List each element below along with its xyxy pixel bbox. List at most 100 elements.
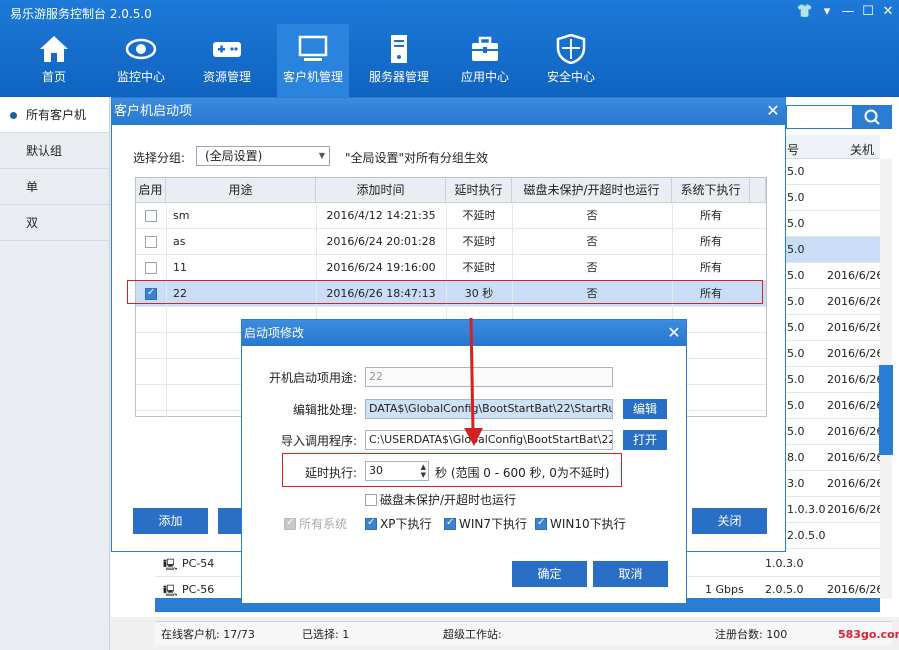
maximize-button[interactable]: ☐: [858, 3, 878, 21]
nav-label: 应用中心: [460, 70, 509, 84]
cell-disk: 否: [586, 235, 598, 248]
nav-resources[interactable]: 资源管理: [191, 24, 263, 97]
selected-dot-icon: [10, 112, 17, 119]
add-button[interactable]: 添加: [133, 508, 208, 534]
sidebar-item-default-group[interactable]: 默认组: [0, 133, 109, 169]
checkbox-box: [444, 516, 456, 530]
edit-batch-button[interactable]: 编辑: [623, 399, 667, 419]
close-button[interactable]: 关闭: [692, 508, 767, 534]
group-note: "全局设置"对所有分组生效: [345, 151, 489, 165]
ok-button[interactable]: 确定: [512, 561, 587, 587]
server-icon: [391, 35, 407, 63]
cell-purpose: sm: [173, 209, 190, 222]
nav-app-center[interactable]: 应用中心: [449, 24, 521, 97]
close-window-button[interactable]: ✕: [878, 3, 898, 21]
column-header: 延时执行: [446, 178, 512, 203]
batch-path-input[interactable]: DATA$\GlobalConfig\BootStartBat\22\Start…: [365, 399, 613, 419]
selected-count: 已选择: 1: [302, 628, 350, 641]
purpose-input[interactable]: 22: [365, 367, 613, 387]
pc-version: 5.0: [787, 399, 805, 412]
pc-shutdown: 2016/6/26: [827, 503, 884, 516]
cell-system: 所有: [700, 209, 722, 222]
scrollbar-thumb[interactable]: [879, 365, 893, 455]
nav-label: 客户机管理: [282, 70, 343, 84]
edit-button-partial[interactable]: [218, 508, 242, 534]
search-icon: [864, 109, 880, 125]
all-systems-checkbox[interactable]: 所有系统: [284, 516, 347, 531]
pc-shutdown: 2016/6/26: [827, 451, 884, 464]
nav-security-center[interactable]: 安全中心: [535, 24, 607, 97]
cancel-button[interactable]: 取消: [593, 561, 668, 587]
pc-shutdown: 2016/6/26: [827, 269, 884, 282]
cell-time: 2016/6/24 19:16:00: [326, 261, 436, 274]
shield-icon: [556, 34, 586, 64]
nav-server-management[interactable]: 服务器管理: [363, 24, 435, 97]
checkbox-label: XP下执行: [380, 517, 432, 531]
top-bar: 易乐游服务控制台 2.0.5.0 👕 ▾ — ☐ ✕ 首页 监控中心 资源管理 …: [0, 0, 899, 97]
group-select-value: (全局设置): [205, 149, 263, 163]
online-count: 在线客户机: 17/73: [161, 628, 255, 641]
pc-shutdown: 2016/6/26: [827, 477, 884, 490]
win7-checkbox[interactable]: WIN7下执行: [444, 516, 527, 531]
checkbox-box: [535, 516, 547, 530]
cell-delay: 不延时: [462, 261, 496, 274]
enable-checkbox[interactable]: [145, 236, 157, 248]
group-select[interactable]: (全局设置) ▼: [196, 146, 330, 166]
disk-unprotected-checkbox[interactable]: 磁盘未保护/开超时也运行: [365, 493, 516, 507]
column-header-filler: [750, 178, 766, 203]
cell-delay: 不延时: [462, 209, 496, 222]
pc-shutdown: 2016/6/26: [827, 399, 884, 412]
minimize-button[interactable]: —: [838, 3, 858, 21]
checkbox-label: 磁盘未保护/开超时也运行: [380, 493, 517, 507]
watermark: 583go.com: [838, 628, 899, 641]
pc-version: 3.0: [787, 477, 805, 490]
nav-label: 首页: [41, 70, 66, 84]
pc-version: 5.0: [787, 425, 805, 438]
win10-checkbox[interactable]: WIN10下执行: [535, 516, 626, 531]
cell-disk: 否: [586, 261, 598, 274]
pc-shutdown: 2016/6/26: [827, 321, 884, 334]
pc-version: 2.0.5.0: [765, 583, 804, 596]
pc-shutdown: 2016/6/26: [827, 347, 884, 360]
nav-label: 服务器管理: [368, 70, 429, 84]
sidebar-item-label: 双: [26, 216, 39, 230]
nav-home[interactable]: 首页: [18, 24, 90, 97]
column-header: 系统下执行: [672, 178, 750, 203]
xp-checkbox[interactable]: XP下执行: [365, 516, 432, 531]
column-header: 启用: [136, 178, 166, 203]
pc-version: 5.0: [787, 269, 805, 282]
nav-label: 监控中心: [116, 70, 165, 84]
cell-disk: 否: [586, 209, 598, 222]
search-button[interactable]: [852, 105, 892, 129]
import-path-input[interactable]: C:\USERDATA$\GlobalConfig\BootStartBat\2…: [365, 430, 613, 450]
nav-monitor[interactable]: 监控中心: [105, 24, 177, 97]
sidebar-item-odd[interactable]: 单: [0, 169, 109, 205]
nav-client-management[interactable]: 客户机管理: [277, 24, 349, 97]
enable-checkbox[interactable]: [145, 262, 157, 274]
column-header: 号: [787, 143, 800, 157]
checkbox-box: [365, 494, 377, 506]
pc-icon: 🖳: [163, 558, 178, 571]
open-button[interactable]: 打开: [623, 430, 667, 450]
checkbox-box: [365, 516, 377, 530]
close-icon[interactable]: ✕: [663, 323, 685, 343]
pc-shutdown: 2016/6/26: [827, 425, 884, 438]
close-icon[interactable]: ✕: [762, 101, 784, 121]
menu-dropdown-icon[interactable]: ▾: [817, 3, 837, 21]
cell-system: 所有: [700, 261, 722, 274]
sidebar-item-even[interactable]: 双: [0, 205, 109, 241]
import-label: 导入调用程序:: [280, 434, 357, 448]
eye-icon: [125, 38, 157, 60]
status-bar: 在线客户机: 17/73 已选择: 1 超级工作站: 注册台数: 100: [155, 621, 892, 645]
column-divider: [166, 204, 167, 417]
pc-version: 5.0: [787, 321, 805, 334]
chevron-down-icon: ▼: [318, 151, 325, 160]
skin-icon[interactable]: 👕: [795, 3, 815, 21]
purpose-label: 开机启动项用途:: [268, 371, 357, 385]
highlight-row-box: [127, 280, 763, 304]
pc-version: 5.0: [787, 373, 805, 386]
enable-checkbox[interactable]: [145, 210, 157, 222]
dialog-title: 客户机启动项: [112, 98, 785, 125]
pc-shutdown: 2016/6/26: [827, 373, 884, 386]
sidebar-item-all-clients[interactable]: 所有客户机: [0, 97, 109, 133]
